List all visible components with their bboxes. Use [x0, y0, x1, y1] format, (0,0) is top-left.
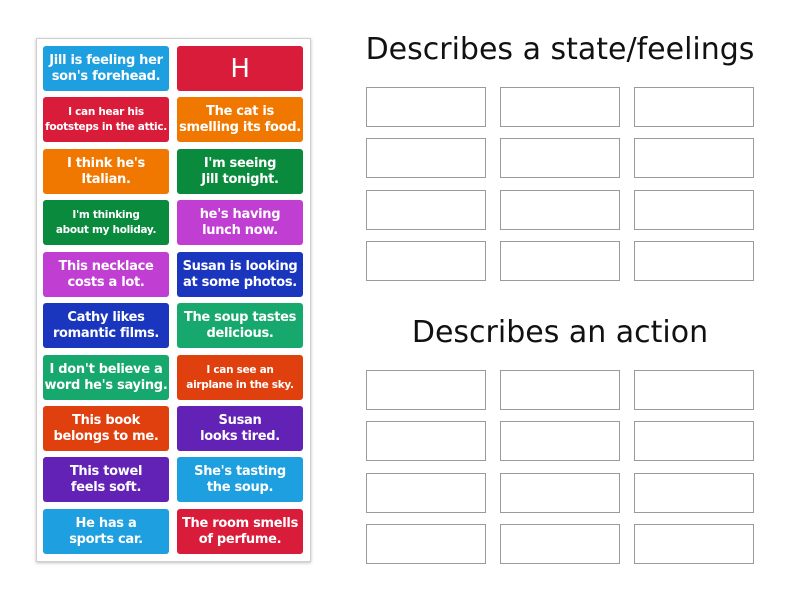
drop-slot[interactable] — [500, 190, 620, 230]
drop-slot[interactable] — [500, 87, 620, 127]
card-tile[interactable]: I'm thinking about my holiday. — [43, 200, 169, 245]
card-tile[interactable]: He has a sports car. — [43, 509, 169, 554]
card-tile[interactable]: She's tasting the soup. — [177, 457, 303, 502]
card-tile[interactable]: This necklace costs a lot. — [43, 252, 169, 297]
drop-slot[interactable] — [634, 421, 754, 461]
drop-slot[interactable] — [634, 524, 754, 564]
drop-slot[interactable] — [634, 87, 754, 127]
drop-slot[interactable] — [366, 241, 486, 281]
drop-slot[interactable] — [634, 473, 754, 513]
drop-slot[interactable] — [500, 473, 620, 513]
drop-slot[interactable] — [366, 421, 486, 461]
card-tile[interactable]: Susan is looking at some photos. — [177, 252, 303, 297]
card-tile[interactable]: The room smells of perfume. — [177, 509, 303, 554]
card-tile[interactable]: I can hear his footsteps in the attic. — [43, 97, 169, 142]
card-tile[interactable]: The soup tastes delicious. — [177, 303, 303, 348]
group-title: Describes a state/feelings — [365, 32, 755, 67]
card-tile[interactable]: I don't believe a word he's saying. — [43, 355, 169, 400]
group-title: Describes an action — [411, 315, 709, 350]
drop-slot[interactable] — [366, 370, 486, 410]
card-tile[interactable]: Susan looks tired. — [177, 406, 303, 451]
card-tile[interactable]: This towel feels soft. — [43, 457, 169, 502]
card-tile[interactable]: Jill is feeling her son's forehead. — [43, 46, 169, 91]
card-tile[interactable]: I think he's Italian. — [43, 149, 169, 194]
card-tile[interactable]: H — [177, 46, 303, 91]
drop-slot[interactable] — [366, 87, 486, 127]
drop-slot[interactable] — [500, 138, 620, 178]
drop-slot[interactable] — [634, 138, 754, 178]
drop-slot[interactable] — [634, 241, 754, 281]
drop-slot[interactable] — [366, 138, 486, 178]
drop-slot[interactable] — [366, 524, 486, 564]
card-tile[interactable]: Cathy likes romantic films. — [43, 303, 169, 348]
drop-slot[interactable] — [500, 241, 620, 281]
card-tile[interactable]: I can see an airplane in the sky. — [177, 355, 303, 400]
card-tile[interactable]: he's having lunch now. — [177, 200, 303, 245]
drop-slot[interactable] — [634, 190, 754, 230]
drop-slot[interactable] — [366, 473, 486, 513]
drop-slot[interactable] — [500, 524, 620, 564]
card-tile[interactable]: The cat is smelling its food. — [177, 97, 303, 142]
drop-slot[interactable] — [366, 190, 486, 230]
drop-slot[interactable] — [634, 370, 754, 410]
card-tile[interactable]: I'm seeing Jill tonight. — [177, 149, 303, 194]
drop-slot[interactable] — [500, 421, 620, 461]
card-tile[interactable]: This book belongs to me. — [43, 406, 169, 451]
drop-slot[interactable] — [500, 370, 620, 410]
